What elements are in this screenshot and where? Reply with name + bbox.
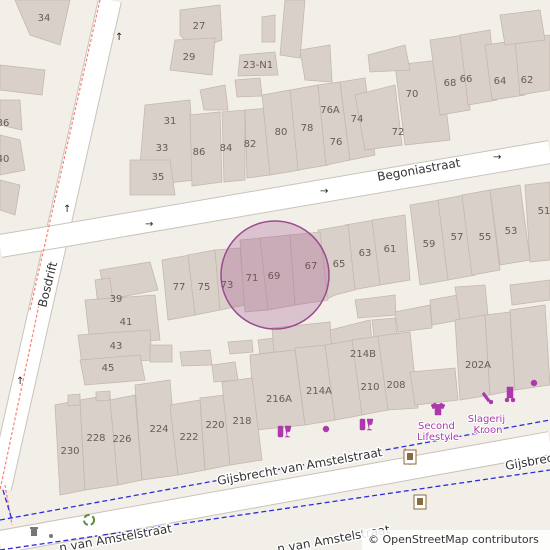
house-number: 224 (149, 424, 168, 435)
house-number: 208 (386, 380, 405, 391)
building (227, 339, 254, 355)
house-number: 77 (173, 282, 186, 293)
house-number: 67 (305, 261, 318, 272)
house-number: 84 (220, 143, 233, 154)
house-number: 23-N1 (243, 60, 273, 71)
building (95, 390, 111, 402)
building (299, 44, 333, 83)
waste-basket-icon[interactable] (30, 527, 38, 536)
house-number: 216A (266, 394, 292, 405)
house-number: 51 (538, 206, 550, 217)
poi-dot-icon[interactable] (49, 534, 53, 538)
house-number: 86 (193, 147, 206, 158)
house-number: 80 (275, 127, 288, 138)
house-number: 36 (0, 118, 9, 129)
house-number: 230 (60, 446, 79, 457)
house-number: 71 (246, 273, 259, 284)
house-number: 43 (110, 341, 123, 352)
building (409, 367, 459, 406)
oneway-arrow: ↑ (115, 32, 123, 43)
house-number: 210 (360, 382, 379, 393)
house-number: 27 (193, 21, 206, 32)
house-number: 61 (384, 244, 397, 255)
house-number: 82 (244, 139, 257, 150)
bus-stop-icon[interactable] (413, 494, 427, 510)
poi-label-line: Kroon (473, 425, 502, 436)
house-number: 39 (110, 294, 123, 305)
building (211, 361, 239, 383)
house-number: 220 (205, 420, 224, 431)
house-number: 218 (232, 416, 251, 427)
house-number: 29 (183, 52, 196, 63)
house-number: 75 (198, 282, 211, 293)
building (499, 9, 546, 46)
house-number: 222 (179, 432, 198, 443)
oneway-arrow: ↑ (63, 204, 71, 215)
poi-dot-icon[interactable] (530, 379, 538, 387)
building (514, 34, 550, 96)
bus-stop-icon[interactable] (403, 449, 417, 465)
poi-label-second-lifestyle[interactable]: Second Lifestyle (416, 420, 460, 444)
house-number: 76 (330, 137, 343, 148)
building (484, 311, 516, 396)
house-number: 214A (306, 386, 332, 397)
house-number: 41 (120, 317, 133, 328)
map-canvas[interactable]: → → → ↑ ↑ ↑ Begoniastraat Bosdrift Gijsb… (0, 0, 550, 550)
house-number: 74 (351, 114, 364, 125)
house-number: 72 (392, 127, 405, 138)
house-number: 70 (406, 89, 419, 100)
map-attribution[interactable]: © OpenStreetMap contributors (362, 530, 550, 550)
poi-label-line: Second (418, 421, 455, 432)
building (149, 344, 173, 363)
poi-label-slagerij-kroon[interactable]: Slagerij Kroon (467, 413, 509, 437)
building (509, 304, 550, 391)
house-number: 65 (333, 259, 346, 270)
house-number: 214B (350, 349, 376, 360)
house-number: 33 (156, 143, 169, 154)
house-number: 34 (38, 13, 51, 24)
building (67, 393, 81, 407)
oneway-arrow: → (320, 186, 328, 197)
house-number: 62 (521, 75, 534, 86)
house-number: 202A (465, 360, 491, 371)
house-number: 76A (320, 105, 340, 116)
house-number: 66 (460, 74, 473, 85)
house-number: 64 (494, 76, 507, 87)
house-number: 35 (152, 172, 165, 183)
house-number: 78 (301, 123, 314, 134)
house-number: 69 (268, 271, 281, 282)
house-number: 63 (359, 248, 372, 259)
house-number: 40 (0, 154, 9, 165)
house-number: 226 (112, 434, 131, 445)
house-number: 53 (505, 226, 518, 237)
oneway-arrow: → (493, 152, 501, 163)
poi-label-line: Lifestyle (417, 432, 459, 443)
building (261, 14, 276, 43)
house-number: 55 (479, 232, 492, 243)
map-svg[interactable]: → → → ↑ ↑ ↑ Begoniastraat Bosdrift Gijsb… (0, 0, 550, 550)
house-number: 68 (444, 78, 457, 89)
building (179, 349, 213, 367)
building (0, 64, 46, 96)
building (454, 314, 491, 401)
house-number: 57 (451, 232, 464, 243)
building (234, 77, 263, 98)
poi-dot-icon[interactable] (322, 425, 330, 433)
house-number: 59 (423, 239, 436, 250)
building (454, 284, 489, 321)
house-number: 31 (164, 116, 177, 127)
oneway-arrow: ↑ (16, 376, 24, 387)
poi-label-line: Slagerij (468, 414, 505, 425)
oneway-arrow: → (145, 219, 153, 230)
house-number: 73 (221, 280, 234, 291)
house-number: 45 (102, 363, 115, 374)
house-number: 228 (86, 433, 105, 444)
